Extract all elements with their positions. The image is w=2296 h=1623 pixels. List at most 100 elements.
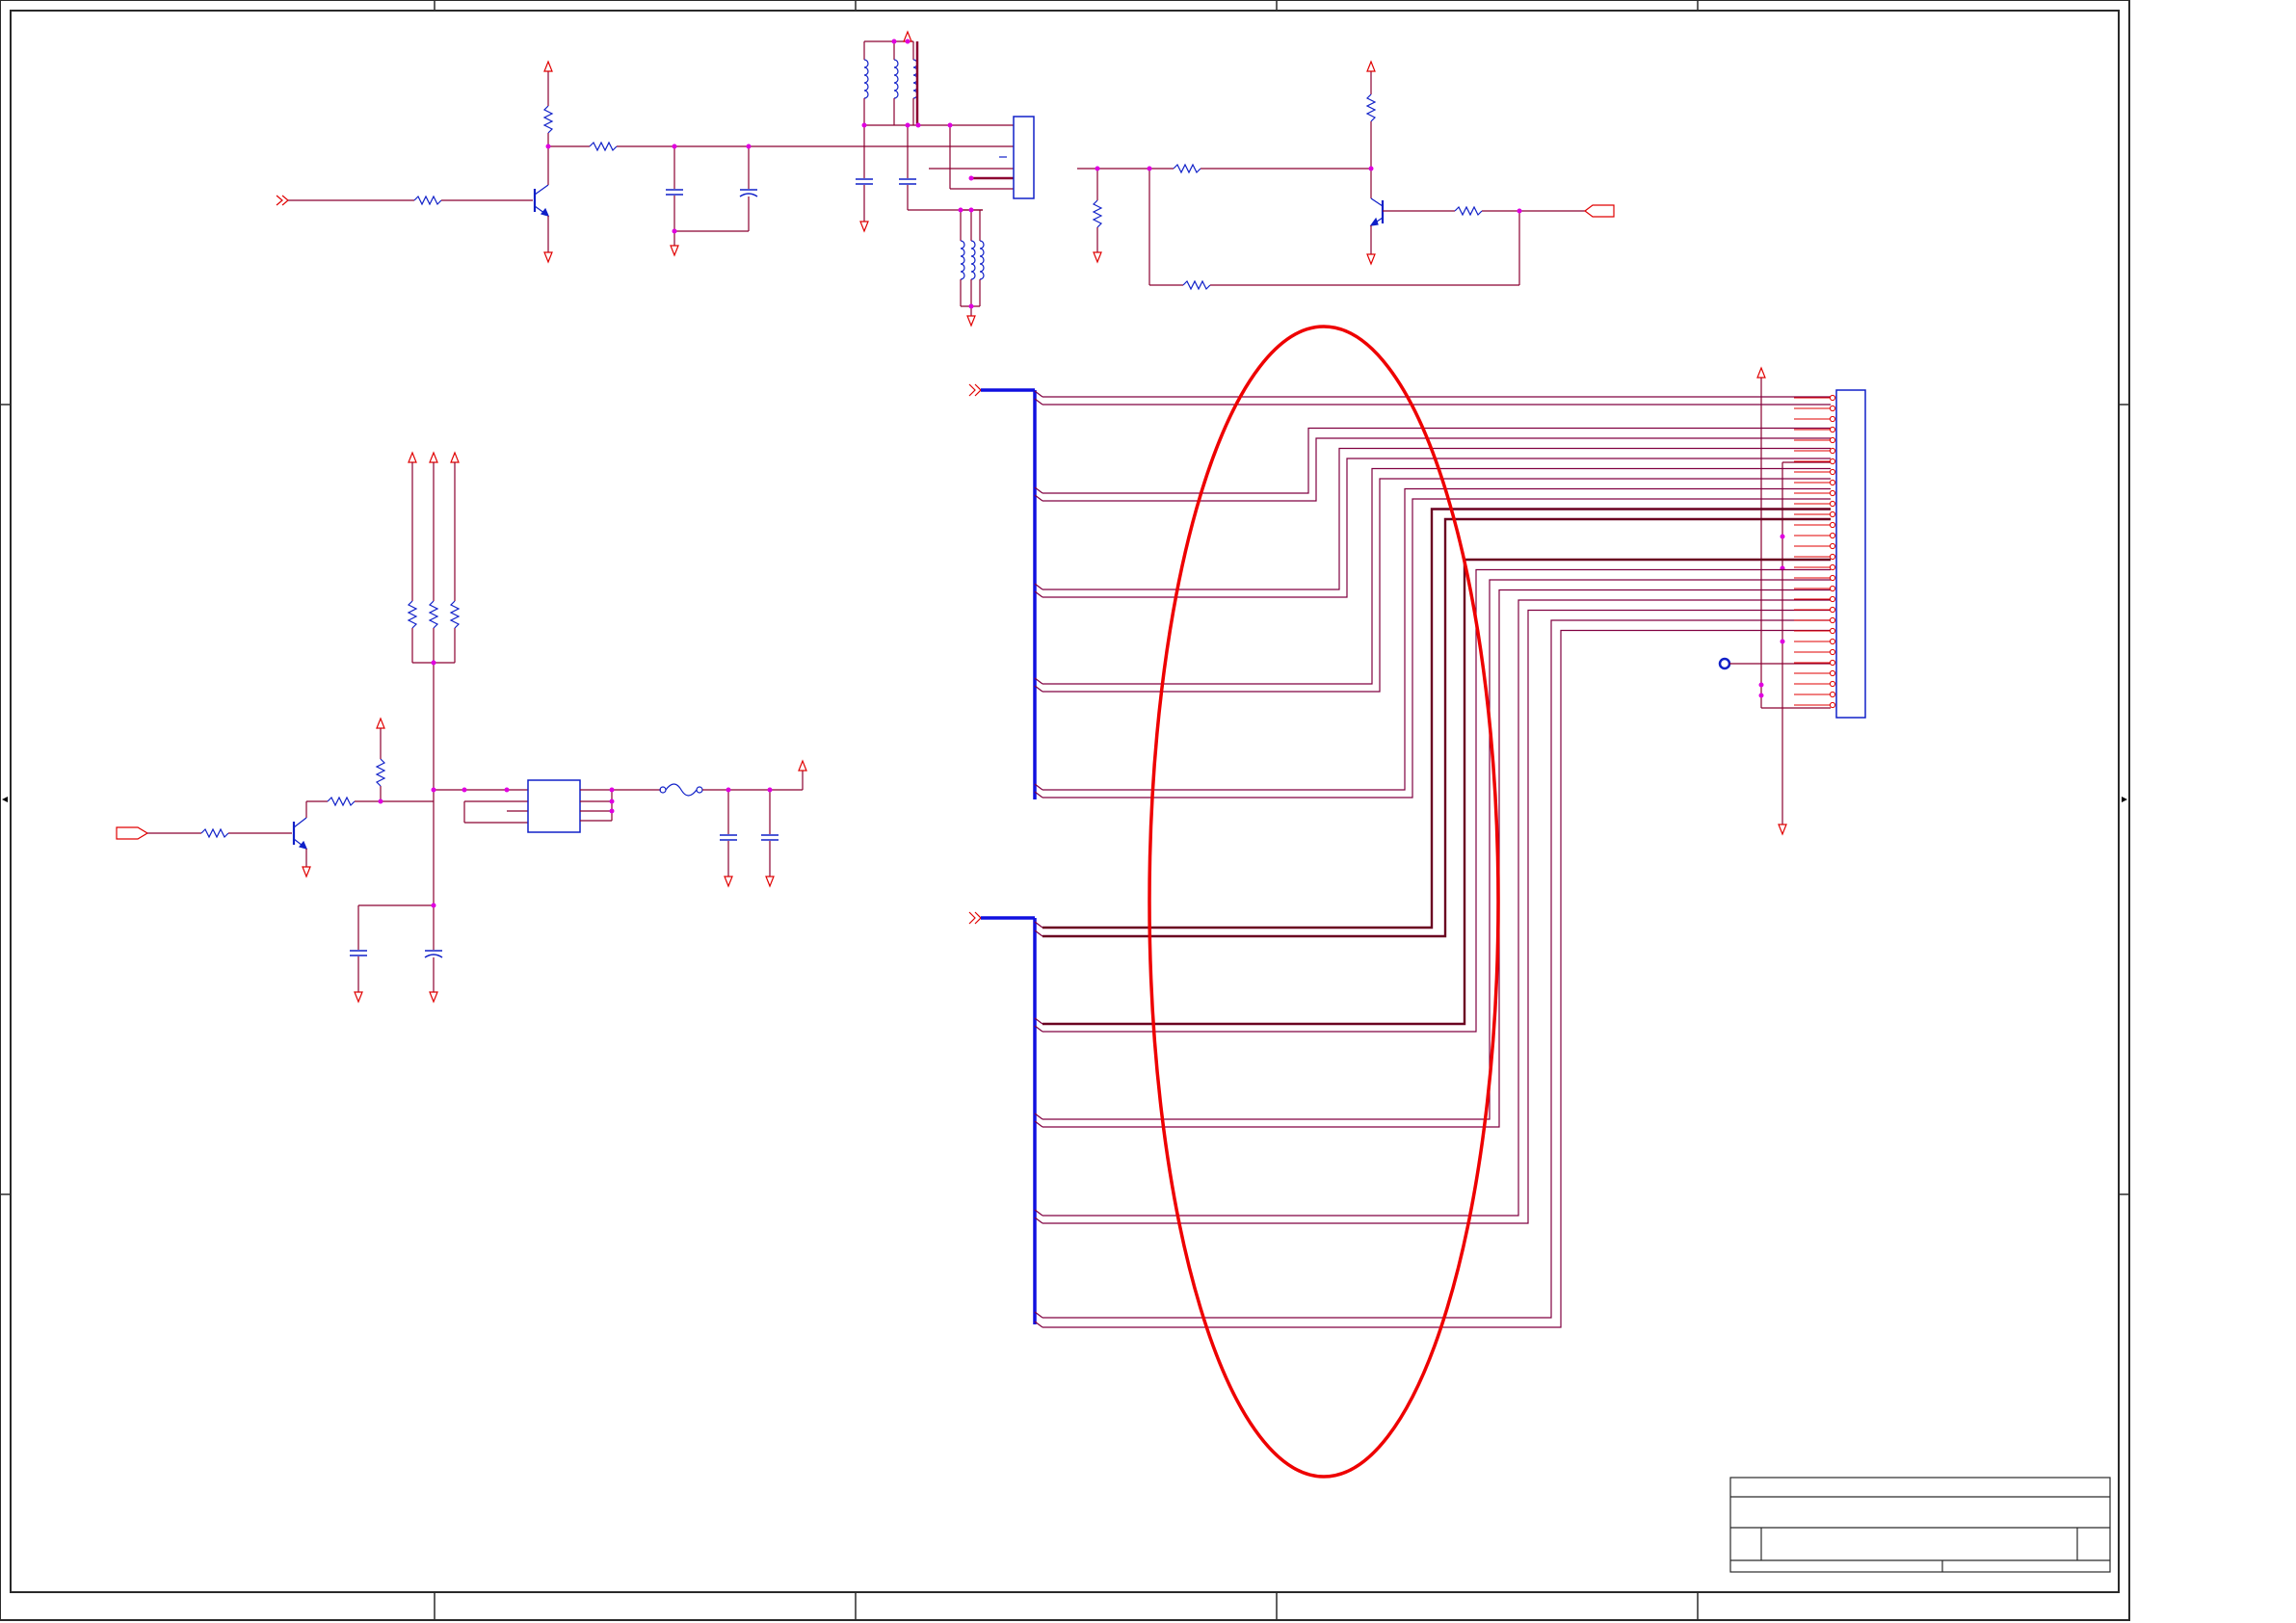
connector-pin-terminal bbox=[1829, 638, 1836, 645]
resistor-icon bbox=[449, 600, 461, 629]
power-arrow-up-icon bbox=[450, 451, 460, 463]
off-page-connector-icon bbox=[974, 383, 982, 397]
ground-arrow-down-icon bbox=[1778, 824, 1787, 836]
circuit-top-left bbox=[276, 30, 1035, 327]
resistor-icon bbox=[1365, 93, 1377, 122]
resistor-icon bbox=[589, 141, 618, 152]
connector-pin-terminal bbox=[1829, 394, 1836, 402]
connector-pin-terminal bbox=[1829, 458, 1836, 465]
connector-pins-layer bbox=[1794, 394, 1836, 709]
resistor-icon bbox=[407, 600, 418, 629]
ground-arrow-down-icon bbox=[966, 315, 976, 327]
connector-pin-terminal bbox=[1829, 553, 1836, 561]
connector-pin-terminal bbox=[1829, 691, 1836, 698]
connector-pin-terminal bbox=[1829, 532, 1836, 539]
resistor-icon bbox=[1173, 163, 1201, 174]
connector-pin-terminal bbox=[1829, 616, 1836, 624]
connector-pin-terminal bbox=[1829, 606, 1836, 614]
power-arrow-up-icon bbox=[1756, 366, 1766, 379]
zone-ticks bbox=[0, 0, 2129, 1620]
connector-pin-terminal bbox=[1829, 521, 1836, 529]
resistor-icon bbox=[1092, 199, 1103, 228]
ground-arrow-down-icon bbox=[429, 991, 438, 1004]
resistor-icon bbox=[327, 796, 356, 807]
schematic-static-art bbox=[0, 0, 2130, 1621]
power-arrow-up-icon bbox=[408, 451, 417, 463]
resistor-icon bbox=[375, 758, 386, 787]
test-point-icon bbox=[1718, 657, 1731, 670]
connector-pin-terminal bbox=[1829, 510, 1836, 518]
resistor-icon bbox=[1454, 205, 1483, 217]
net-trace bbox=[1042, 568, 1831, 1033]
net-trace bbox=[1042, 619, 1831, 1319]
connector-pin-terminal bbox=[1829, 479, 1836, 486]
power-arrow-up-icon bbox=[543, 60, 553, 72]
connector-pin-terminal bbox=[1829, 627, 1836, 635]
net-trace bbox=[1042, 508, 1831, 929]
resistor-icon bbox=[428, 600, 439, 629]
bus-layer bbox=[968, 383, 1831, 1328]
circuit-top-right bbox=[1077, 60, 1615, 291]
power-arrow-up-icon bbox=[376, 717, 385, 729]
net-trace bbox=[1042, 437, 1831, 502]
off-page-connector-icon bbox=[116, 826, 149, 840]
power-arrow-up-icon bbox=[798, 759, 807, 772]
connector-pin-terminal bbox=[1829, 563, 1836, 571]
inductor-icon bbox=[893, 59, 899, 99]
off-page-connector-icon bbox=[974, 911, 982, 925]
schematic-sheet bbox=[0, 0, 2130, 1621]
power-arrow-up-icon bbox=[429, 451, 438, 463]
ground-arrow-down-icon bbox=[1366, 253, 1376, 266]
resistor-icon bbox=[1182, 279, 1211, 291]
sheet-border-outer bbox=[0, 0, 2130, 1621]
junctions-left-power bbox=[378, 660, 773, 908]
connector-pin-terminal bbox=[1829, 659, 1836, 667]
resistor-icon bbox=[200, 827, 229, 839]
connector-pin-terminal bbox=[1829, 426, 1836, 433]
resistor-icon bbox=[542, 105, 554, 134]
off-page-connector-icon bbox=[1584, 204, 1615, 218]
net-trace bbox=[1042, 589, 1831, 1128]
ground-arrow-down-icon bbox=[543, 251, 553, 264]
connector-pin-terminal bbox=[1829, 585, 1836, 592]
junctions-top-left bbox=[545, 39, 974, 309]
connector-pin-terminal bbox=[1829, 415, 1836, 423]
connector-pin-terminal bbox=[1829, 680, 1836, 688]
connector-pin-terminal bbox=[1829, 500, 1836, 508]
net-trace bbox=[1042, 498, 1831, 798]
net-trace bbox=[1042, 517, 1831, 938]
junctions-top-right bbox=[1095, 166, 1522, 214]
connector-pin-terminal bbox=[1829, 595, 1836, 603]
regulator-ic bbox=[527, 779, 581, 833]
connector-icon bbox=[1013, 116, 1035, 199]
ground-arrow-down-icon bbox=[354, 991, 363, 1004]
ground-arrow-down-icon bbox=[765, 876, 775, 888]
connector-pin-terminal bbox=[1829, 542, 1836, 550]
inductor-icon bbox=[979, 240, 985, 280]
ground-arrow-down-icon bbox=[724, 876, 733, 888]
connector-pin-terminal bbox=[1829, 405, 1836, 412]
off-page-connector-icon bbox=[276, 195, 283, 206]
connector-pin-terminal bbox=[1829, 436, 1836, 444]
connector-pin-terminal bbox=[1829, 468, 1836, 476]
connector-pin-terminal bbox=[1829, 669, 1836, 677]
ground-arrow-down-icon bbox=[670, 245, 679, 257]
net-trace bbox=[1042, 487, 1831, 791]
zone-arrow-left bbox=[2, 797, 8, 802]
connector-pin-terminal bbox=[1829, 701, 1836, 709]
ground-arrow-down-icon bbox=[302, 866, 311, 878]
power-arrow-up-icon bbox=[1366, 60, 1376, 72]
connector-pin-terminal bbox=[1829, 447, 1836, 455]
inductor-icon bbox=[863, 59, 869, 99]
ground-arrow-down-icon bbox=[859, 221, 869, 233]
connector-pin-terminal bbox=[1829, 574, 1836, 582]
inductor-icon bbox=[960, 240, 965, 280]
connector-pin-terminal bbox=[1829, 648, 1836, 656]
off-page-connector-icon bbox=[968, 911, 976, 925]
inductor-icon bbox=[970, 240, 976, 280]
circuit-left-power bbox=[116, 451, 807, 1004]
connector-icon bbox=[1835, 389, 1866, 719]
resistor-icon bbox=[413, 195, 442, 206]
zone-arrow-right bbox=[2122, 797, 2127, 802]
title-block bbox=[1729, 1477, 2111, 1573]
